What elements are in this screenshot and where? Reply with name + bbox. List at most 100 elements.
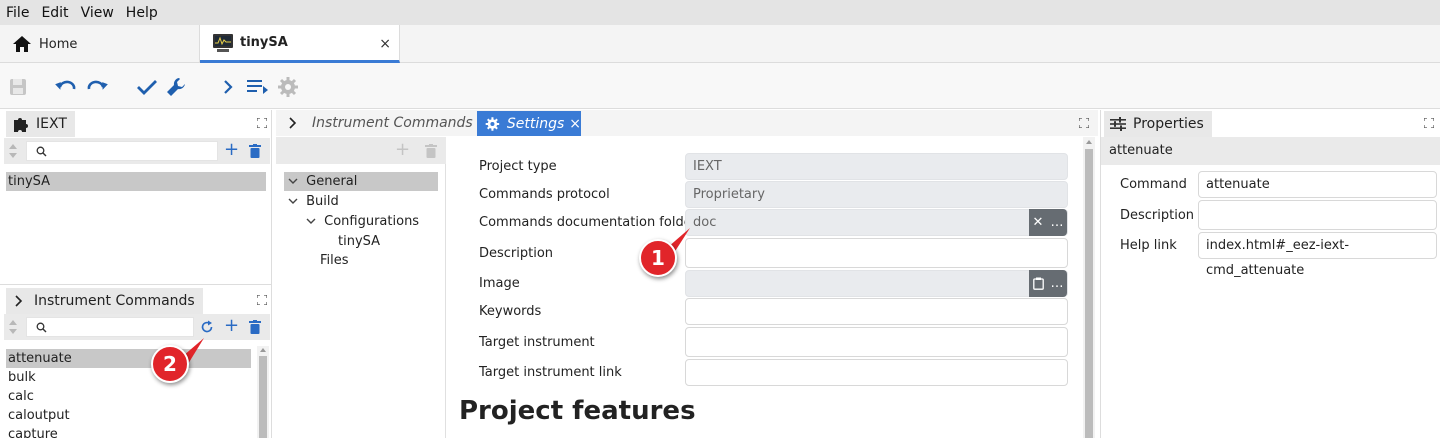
scrollbar[interactable]	[1083, 137, 1095, 438]
tree-toolbar: +	[276, 137, 446, 164]
list-run-icon[interactable]	[246, 75, 270, 99]
doc-folder-field[interactable]: doc ✕ …	[685, 209, 1068, 236]
chevron-right-icon	[289, 117, 297, 129]
trash-icon[interactable]	[249, 320, 261, 334]
instrument-icon	[213, 33, 233, 52]
tab-instrument-commands[interactable]: Instrument Commands	[288, 110, 473, 136]
check-icon[interactable]	[135, 75, 159, 99]
maximize-icon[interactable]	[1424, 118, 1434, 128]
list-item[interactable]: tinySA	[6, 172, 266, 191]
clear-icon[interactable]: ✕	[1033, 210, 1044, 235]
target-link-label: Target instrument link	[479, 365, 622, 380]
tab-home[interactable]: Home	[0, 25, 200, 63]
list-item[interactable]: caloutput	[6, 406, 251, 425]
chevron-down-icon	[306, 218, 316, 224]
wrench-icon[interactable]	[165, 75, 189, 99]
target-link-input[interactable]	[685, 359, 1068, 386]
properties-title: Properties	[1133, 116, 1204, 132]
chevron-right-icon[interactable]	[216, 75, 240, 99]
toolbar	[0, 63, 1440, 109]
list-item[interactable]: attenuate	[6, 349, 251, 368]
scrollbar[interactable]	[257, 346, 269, 438]
iext-panel-tab[interactable]: IEXT	[6, 111, 75, 137]
list-item[interactable]: capture	[6, 425, 251, 438]
tab-home-label: Home	[39, 36, 78, 52]
project-features-heading: Project features	[459, 396, 696, 426]
commands-panel-tab[interactable]: Instrument Commands	[6, 288, 203, 314]
iext-panel-title: IEXT	[36, 116, 67, 132]
command-input[interactable]: attenuate	[1198, 171, 1437, 198]
annotation-badge-2: 2	[151, 345, 189, 383]
gear-icon[interactable]	[276, 75, 300, 99]
tree-item-label: Build	[306, 194, 339, 209]
target-input[interactable]	[685, 327, 1068, 357]
tab-close-icon[interactable]: ×	[379, 36, 391, 52]
menu-help[interactable]: Help	[120, 5, 164, 21]
help-link-input[interactable]: index.html#_eez-iext-cmd_attenuate	[1198, 232, 1437, 278]
description-label: Description	[479, 246, 554, 261]
tree-item-files[interactable]: Files	[318, 251, 349, 270]
chevron-down-icon	[288, 198, 298, 204]
chevron-right-icon	[15, 295, 23, 307]
commands-panel-header: Instrument Commands	[6, 288, 203, 314]
maximize-icon[interactable]	[257, 295, 267, 305]
tree-item-label: General	[306, 174, 358, 189]
tab-tinysa-label: tinySA	[240, 35, 288, 50]
target-label: Target instrument	[479, 335, 595, 350]
trash-icon[interactable]	[249, 144, 261, 158]
tree-item-label: Configurations	[324, 214, 420, 229]
search-icon	[36, 146, 47, 157]
iext-search-row: +	[4, 138, 270, 164]
trash-icon	[425, 144, 437, 158]
menu-view[interactable]: View	[75, 5, 120, 21]
tree-item-build[interactable]: Build	[284, 192, 339, 211]
project-type-field: IEXT	[685, 153, 1068, 180]
save-icon[interactable]	[6, 75, 30, 99]
sort-icon[interactable]	[8, 143, 18, 159]
sliders-icon	[1110, 117, 1126, 131]
undo-icon[interactable]	[54, 75, 78, 99]
tab-tinysa[interactable]: tinySA ×	[200, 25, 400, 63]
keywords-label: Keywords	[479, 304, 542, 319]
tree-item-config[interactable]: tinySA	[336, 232, 380, 251]
redo-icon[interactable]	[85, 75, 109, 99]
menu-edit[interactable]: Edit	[35, 5, 74, 21]
tree-item-general[interactable]: General	[284, 172, 438, 191]
properties-tab[interactable]: Properties	[1104, 111, 1212, 137]
browse-icon[interactable]: …	[1050, 210, 1063, 235]
maximize-icon[interactable]	[257, 118, 267, 128]
description-input[interactable]	[685, 238, 1068, 268]
protocol-field[interactable]: Proprietary	[685, 181, 1068, 208]
keywords-input[interactable]	[685, 298, 1068, 325]
iext-panel-header: IEXT	[6, 111, 75, 137]
prop-description-input[interactable]	[1198, 200, 1437, 230]
gear-icon	[485, 116, 500, 131]
divider	[0, 284, 272, 285]
maximize-icon[interactable]	[1079, 118, 1089, 128]
add-icon[interactable]: +	[224, 139, 239, 160]
list-item[interactable]: bulk	[6, 368, 251, 387]
image-field[interactable]: …	[685, 270, 1068, 297]
menubar: File Edit View Help	[0, 0, 1440, 25]
iext-search-input[interactable]	[26, 141, 218, 161]
prop-description-label: Description	[1120, 208, 1195, 223]
tab-settings-label: Settings	[506, 115, 565, 132]
list-item[interactable]: calc	[6, 387, 251, 406]
home-icon	[13, 36, 31, 52]
clipboard-icon[interactable]	[1032, 277, 1044, 290]
menu-file[interactable]: File	[0, 5, 35, 21]
refresh-icon[interactable]	[200, 320, 214, 334]
close-icon[interactable]: ×	[569, 116, 581, 132]
sort-icon[interactable]	[8, 319, 18, 335]
properties-object-name: attenuate	[1101, 137, 1440, 165]
image-label: Image	[479, 276, 520, 291]
search-icon	[36, 322, 47, 333]
commands-search-input[interactable]	[26, 317, 194, 337]
tab-settings[interactable]: Settings ×	[477, 111, 581, 136]
chevron-down-icon	[288, 178, 298, 184]
properties-header: Properties	[1104, 111, 1212, 137]
add-icon[interactable]: +	[224, 315, 239, 336]
tree-item-configurations[interactable]: Configurations	[302, 212, 419, 231]
field-buttons: …	[1029, 270, 1067, 297]
browse-icon[interactable]: …	[1051, 271, 1064, 296]
